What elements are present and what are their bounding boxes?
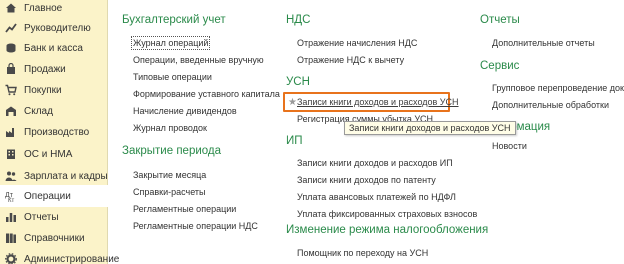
sidebar-item-label: Производство [24, 126, 90, 138]
operations-icon: Дт Кт [5, 190, 17, 202]
link-manual-operations[interactable]: Операции, введенные вручную [133, 55, 264, 65]
coins-icon [5, 42, 17, 54]
sidebar-item-manager[interactable]: Руководителю [0, 17, 108, 39]
section-heading-tax-regime: Изменение режима налогообложения [286, 224, 489, 236]
bar-chart-icon [5, 211, 17, 223]
sidebar-item-admin[interactable]: Администрирование [0, 248, 119, 264]
sidebar-item-label: Справочники [24, 232, 85, 244]
link-additional-processing[interactable]: Дополнительные обработки [492, 100, 609, 110]
link-reference-calculations[interactable]: Справки-расчеты [133, 187, 206, 197]
main-content: Бухгалтерский учет Журнал операций Опера… [108, 0, 624, 264]
building-icon [5, 148, 17, 160]
sidebar-item-sales[interactable]: Продажи [0, 58, 108, 80]
sidebar-item-directories[interactable]: Справочники [0, 227, 108, 249]
cart-icon [5, 84, 17, 96]
link-fixed-insurance-payments[interactable]: Уплата фиксированных страховых взносов [297, 209, 477, 219]
sidebar-item-label: Операции [24, 190, 71, 202]
sidebar-item-assets[interactable]: ОС и НМА [0, 143, 108, 165]
sidebar-item-label: Администрирование [24, 253, 120, 264]
section-heading-vat: НДС [286, 14, 311, 26]
sidebar-item-operations[interactable]: Дт Кт Операции [0, 185, 108, 207]
link-patent-income-book[interactable]: Записи книги доходов по патенту [297, 175, 436, 185]
sidebar-item-label: Главное [24, 2, 63, 14]
tooltip: Записи книги доходов и расходов УСН [344, 121, 516, 135]
link-operations-journal[interactable]: Журнал операций [130, 36, 211, 50]
section-heading-ip: ИП [286, 135, 303, 147]
section-heading-accounting: Бухгалтерский учет [122, 14, 226, 26]
link-ndfl-advance-payments[interactable]: Уплата авансовых платежей по НДФЛ [297, 192, 456, 202]
sidebar-item-label: Склад [24, 105, 53, 117]
link-usn-income-book[interactable]: Записи книги доходов и расходов УСН [297, 97, 459, 107]
warehouse-icon [5, 105, 17, 117]
sidebar-item-purchases[interactable]: Покупки [0, 79, 108, 101]
svg-text:Кт: Кт [8, 198, 14, 202]
section-heading-usn: УСН [286, 76, 310, 88]
link-group-reposting[interactable]: Групповое перепроведение документ [492, 83, 624, 93]
sidebar-item-bank[interactable]: Банк и касса [0, 37, 108, 59]
link-usn-transition-assistant[interactable]: Помощник по переходу на УСН [297, 248, 428, 258]
factory-icon [5, 126, 17, 138]
link-additional-reports[interactable]: Дополнительные отчеты [492, 38, 595, 48]
link-authorized-capital[interactable]: Формирование уставного капитала [133, 89, 280, 99]
shopping-bag-icon [5, 63, 17, 75]
sidebar-item-label: Продажи [24, 63, 66, 75]
link-vat-deduction[interactable]: Отражение НДС к вычету [297, 55, 404, 65]
link-routine-operations[interactable]: Регламентные операции [133, 204, 236, 214]
section-heading-reports: Отчеты [480, 14, 520, 26]
link-dividends[interactable]: Начисление дивидендов [133, 106, 237, 116]
link-typical-operations[interactable]: Типовые операции [133, 72, 212, 82]
sidebar-item-label: Зарплата и кадры [24, 170, 108, 182]
sidebar-item-salary[interactable]: Зарплата и кадры [0, 165, 108, 187]
star-icon[interactable]: ★ [288, 97, 297, 108]
link-month-closing[interactable]: Закрытие месяца [133, 170, 206, 180]
sidebar-item-label: Отчеты [24, 211, 59, 223]
sidebar-item-production[interactable]: Производство [0, 121, 108, 143]
link-routine-operations-vat[interactable]: Регламентные операции НДС [133, 221, 258, 231]
people-icon [5, 170, 17, 182]
sidebar-item-label: ОС и НМА [24, 148, 73, 160]
chart-trend-icon [5, 22, 17, 34]
sidebar-item-label: Покупки [24, 84, 62, 96]
link-postings-journal[interactable]: Журнал проводок [133, 123, 207, 133]
sidebar: Главное Руководителю Банк и касса Продаж… [0, 0, 119, 264]
sidebar-item-label: Руководителю [24, 22, 91, 34]
books-icon [5, 232, 17, 244]
sidebar-item-label: Банк и касса [24, 42, 83, 54]
link-news[interactable]: Новости [492, 141, 527, 151]
home-icon [5, 2, 17, 14]
gear-icon [5, 253, 17, 264]
link-ip-income-book[interactable]: Записи книги доходов и расходов ИП [297, 158, 453, 168]
section-heading-period-closing: Закрытие периода [122, 145, 222, 157]
sidebar-item-reports[interactable]: Отчеты [0, 206, 108, 228]
link-vat-accrual[interactable]: Отражение начисления НДС [297, 38, 417, 48]
section-heading-service: Сервис [480, 60, 520, 72]
sidebar-item-warehouse[interactable]: Склад [0, 100, 108, 122]
